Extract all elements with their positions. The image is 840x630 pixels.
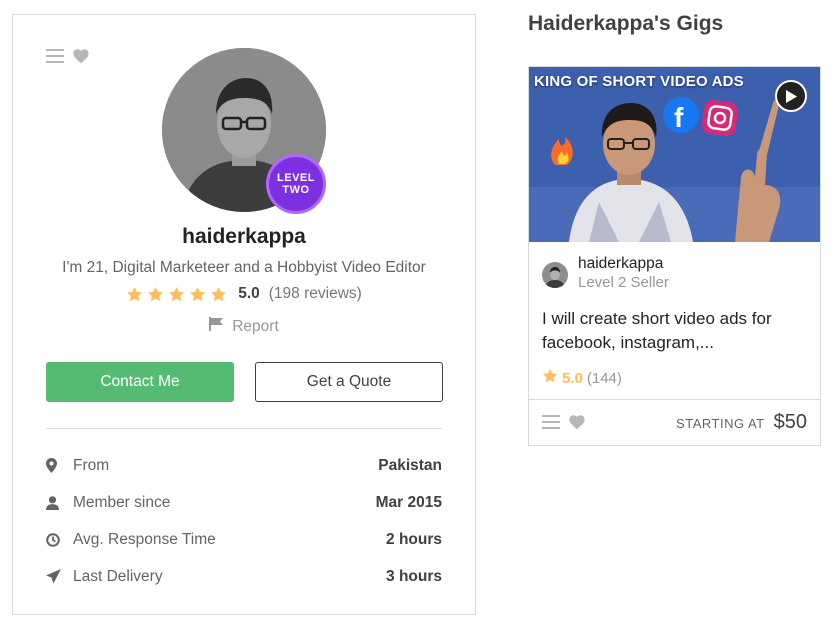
svg-text:f: f <box>674 102 684 133</box>
stat-row-last-delivery: Last Delivery 3 hours <box>46 558 442 595</box>
star-icon <box>148 286 164 301</box>
stat-row-response-time: Avg. Response Time 2 hours <box>46 521 442 558</box>
clock-icon <box>46 532 73 547</box>
gig-card[interactable]: f KING OF SHORT VIDEO ADS haiderkappa Le… <box>528 66 821 446</box>
gig-thumbnail-heading: KING OF SHORT VIDEO ADS <box>534 73 744 90</box>
report-label: Report <box>232 317 279 335</box>
get-a-quote-button[interactable]: Get a Quote <box>255 362 443 402</box>
flag-icon <box>209 317 224 336</box>
gig-price[interactable]: STARTING AT $50 <box>676 411 807 434</box>
star-icon <box>127 286 143 301</box>
user-icon <box>46 495 73 510</box>
gig-seller-info: haiderkappa Level 2 Seller <box>542 254 669 293</box>
level-badge-line2: TWO <box>282 184 310 196</box>
menu-icon[interactable] <box>542 415 560 434</box>
rating-score: 5.0 <box>238 285 260 302</box>
stat-row-member-since: Member since Mar 2015 <box>46 484 442 521</box>
profile-card-actions <box>46 48 90 64</box>
gig-seller-avatar[interactable] <box>542 262 568 288</box>
divider <box>46 428 442 429</box>
menu-icon[interactable] <box>46 49 64 63</box>
gig-seller-name[interactable]: haiderkappa <box>578 254 669 273</box>
gig-footer: STARTING AT $50 <box>529 399 820 446</box>
stat-label: Last Delivery <box>73 567 163 585</box>
location-pin-icon <box>46 458 73 473</box>
price-value: $50 <box>773 411 807 433</box>
seller-stats: From Pakistan Member since Mar 2015 Avg.… <box>46 447 442 595</box>
play-video-button[interactable] <box>775 80 807 112</box>
gig-rating-score: 5.0 <box>562 370 583 387</box>
rating-count[interactable]: (198 reviews) <box>269 285 362 303</box>
stat-value: Pakistan <box>378 456 442 474</box>
contact-me-button[interactable]: Contact Me <box>46 362 234 402</box>
stat-row-from: From Pakistan <box>46 447 442 484</box>
stat-value: 2 hours <box>386 530 442 548</box>
level-badge: LEVEL TWO <box>266 154 326 214</box>
rating-stars <box>126 286 227 303</box>
seller-username[interactable]: haiderkappa <box>13 225 475 249</box>
seller-tagline: I'm 21, Digital Marketeer and a Hobbyist… <box>62 259 426 276</box>
paper-plane-icon <box>46 569 73 584</box>
starting-at-label: STARTING AT <box>676 416 765 431</box>
stat-label: Avg. Response Time <box>73 530 216 548</box>
gigs-section-title: Haiderkappa's Gigs <box>528 12 724 35</box>
gig-title-link[interactable]: I will create short video ads for facebo… <box>542 307 812 355</box>
stat-label: Member since <box>73 493 171 511</box>
seller-avatar[interactable]: LEVEL TWO <box>162 48 326 214</box>
seller-profile-card: LEVEL TWO haiderkappa I'm 21, Digital Ma… <box>12 14 476 615</box>
stat-value: Mar 2015 <box>375 493 442 511</box>
seller-rating: 5.0 (198 reviews) <box>13 285 475 303</box>
star-icon <box>542 368 558 389</box>
gig-thumbnail[interactable]: f KING OF SHORT VIDEO ADS <box>529 67 820 242</box>
stat-value: 3 hours <box>386 567 442 585</box>
heart-icon[interactable] <box>72 48 90 64</box>
report-link[interactable]: Report <box>13 317 475 336</box>
gig-rating-count: (144) <box>586 370 622 387</box>
gig-rating: 5.0 (144) <box>542 368 622 389</box>
stat-label: From <box>73 456 110 474</box>
play-icon <box>785 89 797 103</box>
star-icon <box>190 286 206 301</box>
gig-footer-actions <box>542 414 586 435</box>
heart-icon[interactable] <box>568 414 586 435</box>
level-badge-line1: LEVEL <box>277 172 315 184</box>
star-icon <box>169 286 185 301</box>
gig-seller-level: Level 2 Seller <box>578 274 669 291</box>
star-icon <box>211 286 227 301</box>
